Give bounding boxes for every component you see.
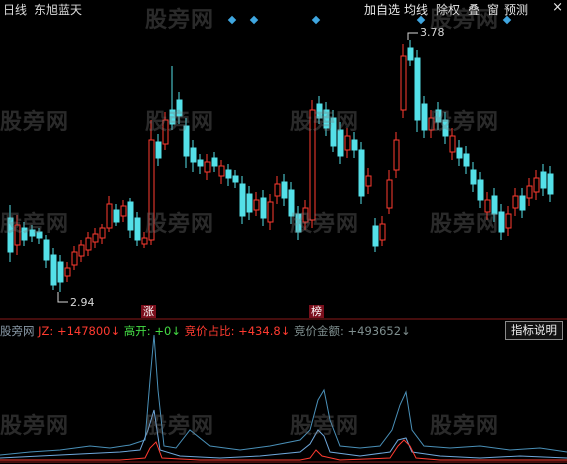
watermark: 股旁网 [145, 212, 215, 237]
watermark: 股旁网 [145, 110, 215, 135]
indicator-values-bar: 股旁网 JZ: +147800↓ 高开: +0↓ 竞价占比: +434.8↓ 竞… [0, 323, 411, 338]
candle-body [540, 171, 547, 189]
candle-body [372, 225, 379, 247]
candle-body [470, 169, 477, 185]
candle-body [127, 201, 134, 231]
watermark: 股旁网 [290, 110, 360, 135]
candle-body [344, 135, 351, 151]
candle-body [99, 227, 106, 239]
candle-body [477, 179, 484, 201]
low-marker-line [57, 292, 68, 303]
candle-body [351, 139, 358, 151]
candle-body [421, 103, 428, 131]
candle-body [547, 173, 554, 195]
watermark: 股旁网 [0, 212, 70, 237]
candle-body [43, 239, 50, 261]
candle-body [393, 139, 400, 171]
candle-body [260, 197, 267, 219]
candles-group [7, 40, 554, 292]
candle-body [414, 57, 421, 121]
ranking-tag[interactable]: 榜 [309, 305, 324, 318]
candle-body [512, 195, 519, 209]
candle-body [498, 211, 505, 233]
candle-body [197, 159, 204, 167]
low-price-label: 2.94 [70, 296, 95, 309]
watermark: 股旁网 [430, 414, 500, 439]
candle-body [134, 217, 141, 241]
candle-body [526, 185, 533, 199]
candle-body [92, 233, 99, 243]
candle-body [365, 175, 372, 187]
candle-body [225, 169, 232, 179]
candle-body [358, 149, 365, 197]
candle-body [190, 147, 197, 163]
limit-up-tag[interactable]: 涨 [141, 305, 156, 318]
candle-body [204, 161, 211, 173]
candle-body [281, 181, 288, 199]
candle-body [71, 251, 78, 266]
candle-body [386, 179, 393, 209]
candle-body [85, 237, 92, 251]
watermark: 股旁网 [145, 8, 215, 33]
bid-ratio-value: 竞价占比: +434.8↓ [184, 324, 291, 338]
indicator-help-button[interactable]: 指标说明 [505, 321, 563, 340]
candle-body [449, 135, 456, 153]
jz-value: JZ: +147800↓ [38, 324, 121, 338]
candle-body [274, 183, 281, 197]
indicator-prefix: 股旁网 [0, 324, 35, 338]
candle-body [533, 177, 540, 193]
watermark: 股旁网 [430, 8, 500, 33]
watermark: 股旁网 [0, 414, 70, 439]
candle-body [379, 223, 386, 241]
candle-body [239, 183, 246, 217]
watermark: 股旁网 [430, 212, 500, 237]
candle-body [113, 209, 120, 223]
candle-body [505, 213, 512, 229]
watermark: 股旁网 [0, 110, 70, 135]
candle-body [519, 195, 526, 211]
candle-body [106, 203, 113, 229]
indicator-lines-group [0, 334, 567, 461]
candle-body [407, 47, 414, 61]
candle-body [267, 201, 274, 223]
candle-body [78, 244, 85, 257]
candle-body [50, 254, 57, 286]
candle-body [400, 55, 407, 111]
watermark: 股旁网 [430, 110, 500, 135]
candle-body [463, 153, 470, 167]
candle-body [253, 199, 260, 211]
candle-body [141, 237, 148, 245]
watermark: 股旁网 [145, 414, 215, 439]
bid-amount-value: 竞价金额: +493652↓ [293, 324, 411, 338]
watermark: 股旁网 [290, 212, 360, 237]
candle-body [246, 193, 253, 213]
candle-body [218, 165, 225, 177]
candle-body [64, 267, 71, 277]
candle-body [155, 141, 162, 159]
candle-body [456, 147, 463, 159]
high-marker-line [407, 32, 418, 40]
candle-body [232, 175, 239, 183]
gaokai-value: 高开: +0↓ [123, 324, 181, 338]
watermark: 股旁网 [290, 414, 360, 439]
candle-body [211, 157, 218, 167]
candle-body [57, 261, 64, 283]
candle-body [120, 205, 127, 217]
